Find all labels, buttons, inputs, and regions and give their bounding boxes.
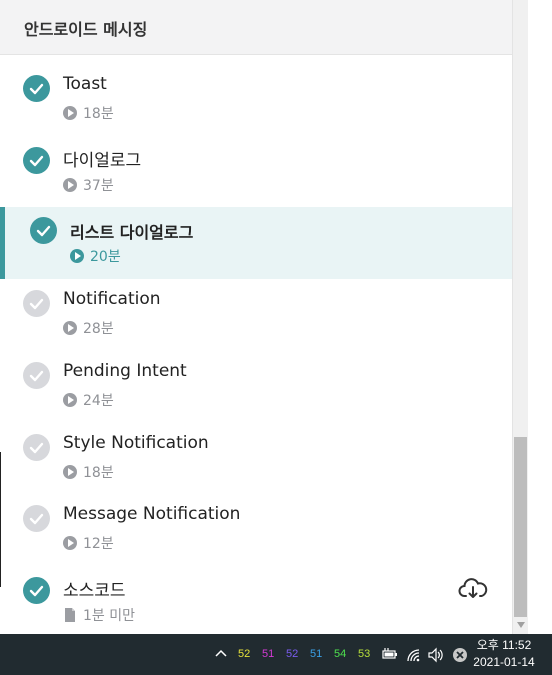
lesson-duration: 20분 xyxy=(90,249,121,265)
lesson-duration: 12분 xyxy=(83,536,114,552)
play-icon xyxy=(63,465,77,479)
lesson-meta: 28분 xyxy=(63,320,114,337)
lesson-meta: 37분 xyxy=(63,177,114,194)
incomplete-check-icon[interactable] xyxy=(23,362,50,389)
lesson-meta: 20분 xyxy=(70,248,121,265)
lesson-title: 소스코드 xyxy=(63,581,126,601)
lesson-duration: 18분 xyxy=(83,106,114,122)
completed-check-icon[interactable] xyxy=(23,75,50,102)
lesson-item-dialog[interactable]: 다이얼로그 37분 xyxy=(0,127,512,199)
lesson-duration: 24분 xyxy=(83,393,114,409)
curriculum-panel: 안드로이드 메시징 Toast 18분 다이얼로그 37분 리스트 다이얼로그 … xyxy=(0,0,513,634)
lesson-title: Toast xyxy=(63,74,107,94)
lesson-title: Notification xyxy=(63,289,161,309)
lesson-item-style-notification[interactable]: Style Notification 18분 xyxy=(0,414,512,486)
volume-icon[interactable] xyxy=(427,647,445,663)
taskbar-clock[interactable]: 오후 11:52 2021-01-14 xyxy=(464,637,544,671)
chevron-up-icon[interactable] xyxy=(214,648,228,658)
tray-counter[interactable]: 54 xyxy=(334,648,346,660)
lesson-title: 다이얼로그 xyxy=(63,151,142,171)
tray-counter[interactable]: 52 xyxy=(238,648,250,660)
lesson-duration: 1분 미만 xyxy=(83,608,135,624)
lesson-item-pending-intent[interactable]: Pending Intent 24분 xyxy=(0,342,512,414)
lesson-meta: 12분 xyxy=(63,535,114,552)
clock-time: 오후 11:52 xyxy=(476,638,532,652)
wifi-icon[interactable] xyxy=(405,647,423,663)
lesson-duration: 28분 xyxy=(83,321,114,337)
clock-date: 2021-01-14 xyxy=(473,655,535,669)
tray-counter[interactable]: 52 xyxy=(286,648,298,660)
lesson-title: Style Notification xyxy=(63,433,209,453)
lesson-item-source-code[interactable]: 소스코드 1분 미만 xyxy=(0,557,512,629)
section-title: 안드로이드 메시징 xyxy=(24,20,148,39)
document-icon xyxy=(65,608,75,622)
lesson-item-list-dialog[interactable]: 리스트 다이얼로그 20분 xyxy=(0,207,512,279)
scroll-down-arrow-icon[interactable] xyxy=(517,622,525,628)
play-icon xyxy=(63,321,77,335)
scrollbar-thumb[interactable] xyxy=(514,437,527,617)
tray-counter[interactable]: 53 xyxy=(358,648,370,660)
lesson-item-message-notification[interactable]: Message Notification 12분 xyxy=(0,485,512,557)
lesson-duration: 18분 xyxy=(83,465,114,481)
completed-check-icon[interactable] xyxy=(23,147,50,174)
lesson-duration: 37분 xyxy=(83,178,114,194)
windows-taskbar: 52 51 52 51 54 53 오후 11:52 2021-01-14 xyxy=(0,634,552,675)
battery-plug-icon[interactable] xyxy=(380,647,398,661)
cloud-download-icon[interactable] xyxy=(458,577,488,601)
lesson-title: Message Notification xyxy=(63,504,241,524)
lesson-meta: 18분 xyxy=(63,464,114,481)
incomplete-check-icon[interactable] xyxy=(23,505,50,532)
play-icon xyxy=(63,393,77,407)
incomplete-check-icon[interactable] xyxy=(23,290,50,317)
completed-check-icon[interactable] xyxy=(23,577,50,604)
active-indicator xyxy=(0,207,5,279)
lesson-meta: 18분 xyxy=(63,105,114,122)
window-margin xyxy=(528,0,552,634)
completed-check-icon[interactable] xyxy=(30,217,57,244)
play-icon xyxy=(70,249,84,263)
lesson-title: 리스트 다이얼로그 xyxy=(70,223,194,242)
window-edge xyxy=(0,452,1,587)
incomplete-check-icon[interactable] xyxy=(23,434,50,461)
lesson-item-notification[interactable]: Notification 28분 xyxy=(0,270,512,342)
section-header[interactable]: 안드로이드 메시징 xyxy=(0,0,512,55)
lesson-meta: 24분 xyxy=(63,392,114,409)
play-icon xyxy=(63,536,77,550)
play-icon xyxy=(63,106,77,120)
lesson-item-toast[interactable]: Toast 18분 xyxy=(0,55,512,127)
tray-counter[interactable]: 51 xyxy=(262,648,274,660)
lesson-title: Pending Intent xyxy=(63,361,187,381)
tray-counter[interactable]: 51 xyxy=(310,648,322,660)
play-icon xyxy=(63,178,77,192)
lesson-meta: 1분 미만 xyxy=(63,607,135,624)
